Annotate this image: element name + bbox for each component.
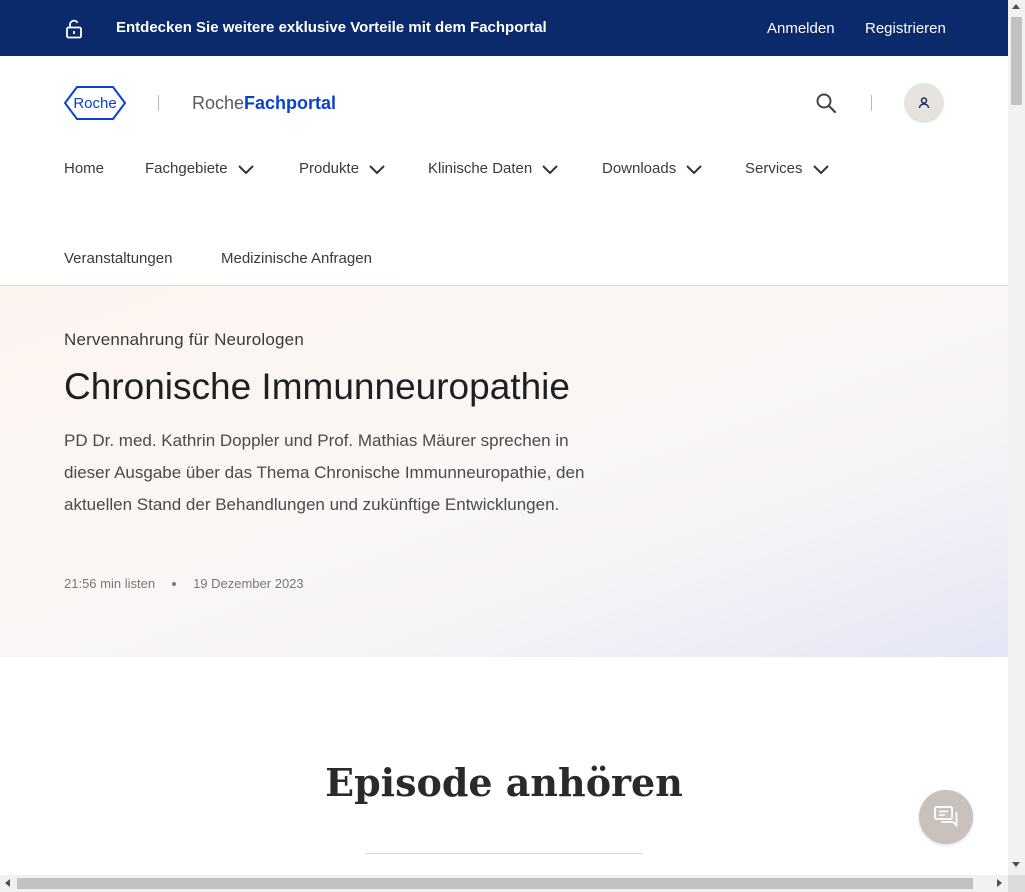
logo-divider [158, 95, 159, 111]
promo-text: Entdecken Sie weitere exklusive Vorteile… [116, 19, 547, 36]
unlock-icon [66, 19, 82, 39]
search-icon[interactable] [815, 92, 837, 114]
episode-duration: 21:56 min listen [64, 576, 156, 591]
nav-item-veranstaltungen[interactable]: Veranstaltungen [64, 250, 172, 267]
chevron-down-icon [686, 164, 702, 174]
horizontal-scrollbar[interactable] [0, 875, 1008, 892]
scroll-left-arrow-icon[interactable] [5, 879, 10, 887]
horizontal-scroll-thumb[interactable] [17, 878, 973, 889]
page-title: Chronische Immunneuropathie [64, 366, 570, 407]
chat-icon [934, 806, 958, 828]
nav-item-downloads[interactable]: Downloads [602, 160, 703, 177]
nav-label: Services [745, 160, 803, 177]
scroll-down-arrow-icon[interactable] [1012, 862, 1020, 867]
nav-item-home[interactable]: Home [64, 160, 104, 177]
scroll-up-arrow-icon[interactable] [1012, 4, 1020, 9]
promo-bar: Entdecken Sie weitere exklusive Vorteile… [0, 0, 1008, 56]
user-button[interactable] [904, 83, 944, 123]
scroll-right-arrow-icon[interactable] [997, 879, 1002, 887]
brand-suffix: Fachportal [244, 93, 337, 113]
nav-item-services[interactable]: Services [745, 160, 830, 177]
user-icon [918, 97, 930, 109]
hero-description: PD Dr. med. Kathrin Doppler und Prof. Ma… [64, 431, 585, 514]
nav-item-produkte[interactable]: Produkte [299, 160, 386, 177]
nav-label: Home [64, 160, 105, 177]
episode-date: 19 Dezember 2023 [193, 576, 304, 591]
chevron-down-icon [542, 164, 558, 174]
nav-label: Produkte [299, 160, 360, 177]
nav-item-medizinische-anfragen[interactable]: Medizinische Anfragen [221, 250, 372, 267]
register-link[interactable]: Registrieren [865, 20, 946, 37]
vertical-scrollbar[interactable] [1008, 0, 1025, 875]
nav-item-klinische-daten[interactable]: Klinische Daten [428, 160, 559, 177]
header-divider [871, 95, 872, 111]
episode-heading: Episode anhören [325, 760, 683, 805]
login-link[interactable]: Anmelden [767, 20, 835, 37]
brand-prefix: Roche [192, 93, 245, 113]
episode-divider [366, 853, 642, 854]
episode-meta: 21:56 min listen 19 Dezember 2023 [64, 576, 304, 591]
nav-item-fachgebiete[interactable]: Fachgebiete [145, 160, 255, 177]
chevron-down-icon [812, 164, 829, 174]
meta-separator [172, 581, 177, 586]
hero-section: Nervennahrung für Neurologen Chronische … [0, 286, 1008, 657]
vertical-scroll-thumb[interactable] [1011, 17, 1022, 105]
nav-label: Klinische Daten [428, 160, 533, 177]
chat-button[interactable] [919, 790, 973, 844]
nav-label: Medizinische Anfragen [221, 250, 372, 267]
hero-kicker: Nervennahrung für Neurologen [64, 330, 304, 349]
nav-label: Downloads [602, 160, 677, 177]
scrollbar-corner [1008, 875, 1025, 892]
chevron-down-icon [369, 164, 385, 174]
brand-name[interactable]: RocheFachportal [192, 93, 336, 114]
nav-label: Fachgebiete [145, 160, 228, 177]
roche-logo[interactable]: Roche [63, 85, 127, 121]
nav-label: Veranstaltungen [64, 250, 173, 267]
svg-text:Roche: Roche [73, 95, 116, 112]
chevron-down-icon [237, 164, 254, 174]
